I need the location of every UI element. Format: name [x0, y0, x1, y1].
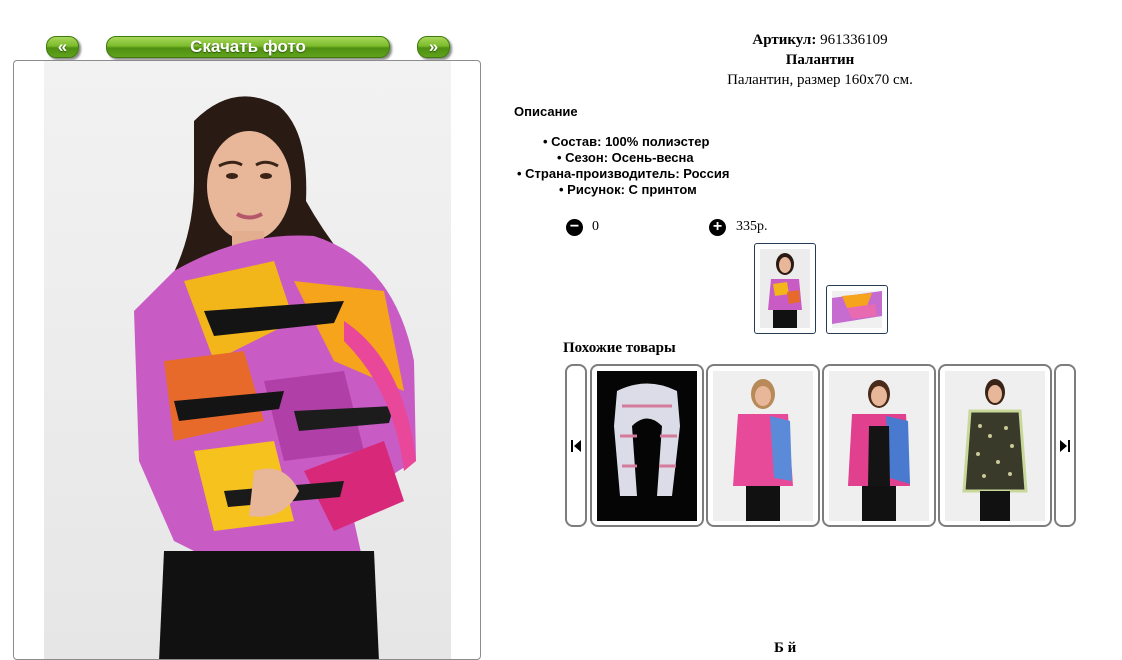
spec-country: • Страна-производитель: Россия [517, 166, 730, 181]
model-with-scarf-image [44, 61, 451, 659]
similar-model-image [713, 371, 813, 521]
article-line: Артикул: 961336109 [620, 32, 1020, 49]
similar-model-image [829, 371, 929, 521]
download-photo-button[interactable]: Скачать фото [106, 36, 390, 58]
similar-next-button[interactable] [1054, 364, 1076, 527]
photo-thumbnail-2[interactable] [826, 285, 888, 334]
thumb-model-image [760, 249, 810, 328]
prev-photo-button[interactable]: « [46, 36, 79, 58]
skip-next-icon [1060, 440, 1070, 452]
similar-prev-button[interactable] [565, 364, 587, 527]
minus-circle-icon[interactable]: − [566, 219, 583, 236]
similar-model-image [945, 371, 1045, 521]
article-value: 961336109 [820, 32, 888, 48]
photo-thumbnail-1[interactable] [754, 243, 816, 334]
spec-pattern: • Рисунок: С принтом [559, 182, 697, 197]
spec-season: • Сезон: Осень-весна [557, 150, 694, 165]
similar-product-1[interactable] [590, 364, 704, 527]
spec-composition: • Состав: 100% полиэстер [543, 134, 710, 149]
description-heading: Описание [514, 104, 578, 119]
thumb-fabric-image [832, 291, 882, 328]
footer-partial-text: Б й [774, 640, 797, 656]
product-subtitle: Палантин, размер 160x70 см. [727, 72, 913, 88]
product-name: Палантин [785, 52, 855, 68]
similar-product-2[interactable] [706, 364, 820, 527]
article-label: Артикул: [752, 32, 817, 48]
similar-scarf-image [597, 371, 697, 521]
quantity-value: 0 [592, 219, 599, 234]
plus-circle-icon[interactable]: + [709, 219, 726, 236]
main-photo-frame [13, 60, 481, 660]
similar-product-4[interactable] [938, 364, 1052, 527]
skip-prev-icon [571, 440, 581, 452]
similar-products-title: Похожие товары [563, 340, 676, 356]
similar-product-3[interactable] [822, 364, 936, 527]
main-product-photo[interactable] [44, 61, 451, 659]
price-value: 335р. [736, 219, 768, 234]
next-photo-button[interactable]: » [417, 36, 450, 58]
